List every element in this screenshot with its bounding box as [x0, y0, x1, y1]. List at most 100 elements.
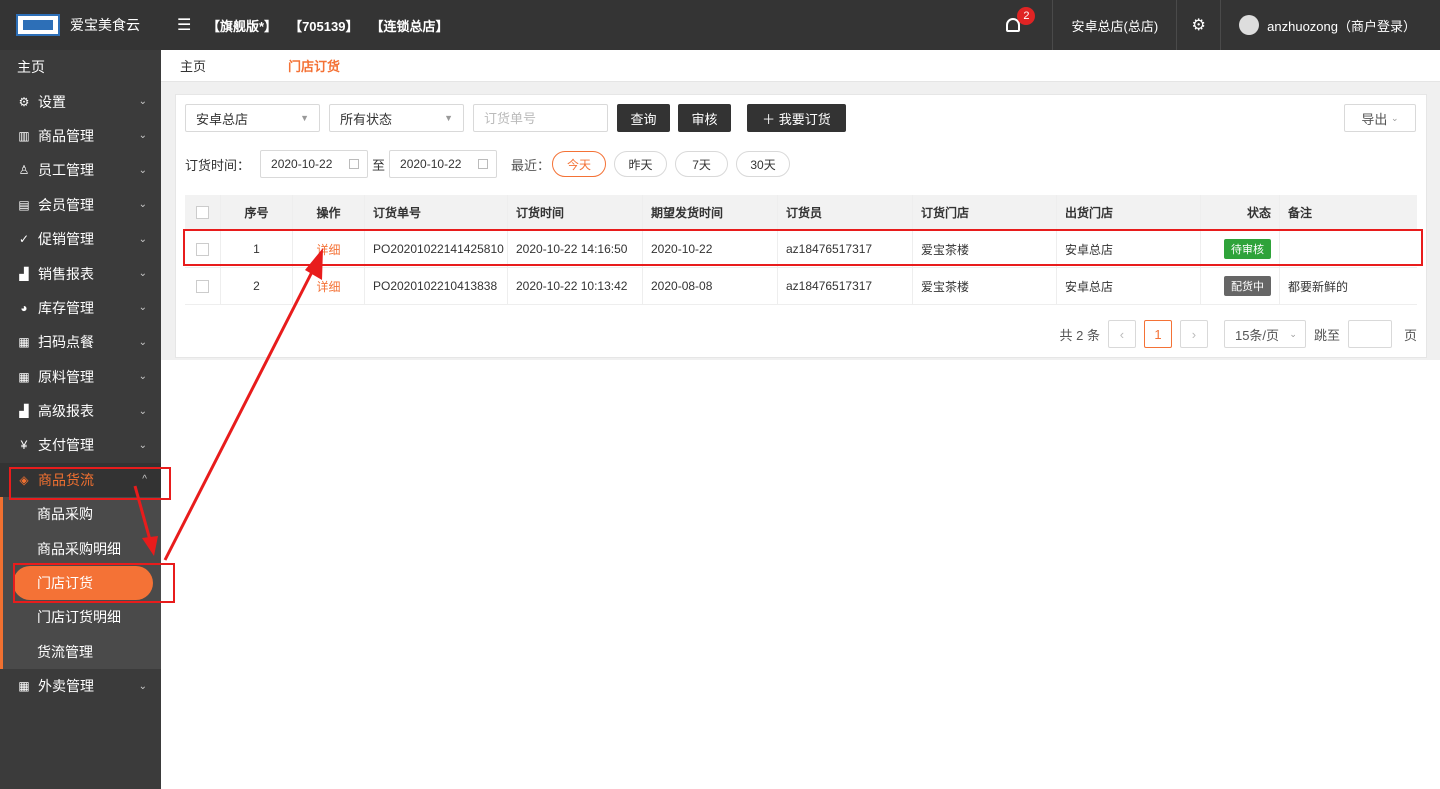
chevron-down-icon: ⌄: [1391, 112, 1399, 123]
account-id-tag: 【705139】: [289, 18, 359, 34]
sidebar-item-settings[interactable]: ⚙ 设置 ⌄: [0, 84, 161, 118]
check-circle-icon: ✓: [18, 232, 30, 247]
page-1-button[interactable]: 1: [1143, 320, 1172, 348]
sidebar-item-label: 库存管理: [38, 299, 94, 316]
table-row[interactable]: 1 详细 PO20201022141425810 2020-10-22 14:1…: [185, 231, 1417, 268]
user-icon: ♙: [18, 163, 30, 178]
goods-flow-submenu: 商品采购 商品采购明细 门店订货 门店订货明细 货流管理: [0, 497, 161, 670]
row-status-cell: 配货中: [1201, 268, 1280, 304]
query-button[interactable]: 查询: [617, 104, 670, 132]
status-select-value: 所有状态: [340, 111, 393, 127]
my-order-label: 我要订货: [778, 111, 831, 127]
quick-7days[interactable]: 7天: [675, 151, 729, 177]
row-select-cell: [185, 268, 221, 304]
row-checkbox[interactable]: [196, 279, 209, 293]
status-badge: 待审核: [1224, 239, 1271, 259]
sidebar-item-staff[interactable]: ♙ 员工管理 ⌄: [0, 153, 161, 187]
detail-link[interactable]: 详细: [316, 241, 340, 258]
detail-link[interactable]: 详细: [316, 278, 340, 295]
sidebar-item-takeout[interactable]: ▦ 外卖管理 ⌄: [0, 669, 161, 703]
member-card-icon: ▤: [18, 197, 30, 212]
review-button[interactable]: 审核: [678, 104, 731, 132]
chevron-right-icon: ›: [1191, 326, 1197, 342]
export-button[interactable]: 导出 ⌄: [1344, 104, 1416, 132]
page-size-value: 15条/页: [1234, 327, 1280, 343]
total-count: 共 2 条: [1059, 327, 1100, 343]
header-action: 操作: [293, 195, 365, 230]
sidebar-item-promotions[interactable]: ✓ 促销管理 ⌄: [0, 222, 161, 256]
user-menu[interactable]: anzhuozong（商户登录）: [1221, 0, 1440, 50]
sidebar-subitem-store-order[interactable]: 门店订货: [13, 565, 153, 601]
sidebar-item-label: 会员管理: [38, 196, 94, 213]
table-row[interactable]: 2 详细 PO2020102210413838 2020-10-22 10:13…: [185, 268, 1417, 305]
header-to-store: 订货门店: [913, 195, 1057, 230]
row-order-no: PO2020102210413838: [365, 268, 508, 304]
chevron-down-icon: ⌄: [138, 405, 147, 417]
sidebar-item-goods-flow[interactable]: ◈ 商品货流 ^: [0, 462, 161, 498]
quick-30days[interactable]: 30天: [736, 151, 791, 177]
current-store[interactable]: 安卓总店(总店): [1052, 0, 1178, 50]
chevron-down-icon: ⌄: [138, 371, 147, 383]
breadcrumb-current[interactable]: 门店订货: [288, 56, 340, 75]
yen-icon: ¥: [20, 438, 28, 453]
sidebar-item-products[interactable]: ▥ 商品管理 ⌄: [0, 119, 161, 153]
row-from-store: 安卓总店: [1057, 231, 1201, 267]
sidebar-item-payment[interactable]: ¥ 支付管理 ⌄: [0, 428, 161, 462]
row-order-time: 2020-10-22 14:16:50: [508, 231, 643, 267]
header-status: 状态: [1201, 195, 1280, 230]
store-icon: ▦: [18, 335, 30, 350]
sidebar-subitem-purchase-detail[interactable]: 商品采购明细: [3, 531, 161, 565]
date-to-value: 2020-10-22: [400, 157, 462, 171]
brand-logo: [16, 14, 60, 36]
status-select[interactable]: 所有状态 ▼: [329, 104, 464, 132]
header-expected-time: 期望发货时间: [643, 195, 778, 230]
store-type-tag: 【连锁总店】: [370, 18, 449, 34]
row-select-cell: [185, 231, 221, 267]
sidebar-item-advanced-report[interactable]: ▟ 高级报表 ⌄: [0, 394, 161, 428]
sidebar-subitem-purchase[interactable]: 商品采购: [3, 497, 161, 531]
chevron-down-icon: ⌄: [138, 233, 147, 245]
settings-gear-icon[interactable]: ⚙: [1177, 0, 1222, 50]
date-from-field[interactable]: 2020-10-22: [260, 150, 369, 178]
chevron-down-icon: ⌄: [138, 680, 147, 692]
row-checkbox[interactable]: [196, 242, 209, 256]
header-note: 备注: [1288, 206, 1313, 220]
chevron-down-icon: ▼: [300, 113, 309, 123]
chevron-down-icon: ⌄: [138, 130, 147, 142]
prev-page-button[interactable]: ‹: [1107, 320, 1136, 348]
sidebar-item-inventory[interactable]: ◕ 库存管理 ⌄: [0, 291, 161, 325]
sidebar-item-scan-order[interactable]: ▦ 扫码点餐 ⌄: [0, 325, 161, 359]
date-from-value: 2020-10-22: [271, 157, 333, 171]
sidebar-subitem-flow-management[interactable]: 货流管理: [3, 635, 161, 669]
chevron-down-icon: ⌄: [1289, 328, 1297, 339]
chevron-down-icon: ▼: [444, 113, 453, 123]
sidebar-subitem-store-order-detail[interactable]: 门店订货明细: [3, 600, 161, 634]
page-size-select[interactable]: 15条/页 ⌄: [1223, 320, 1306, 348]
row-to-store: 爱宝茶楼: [913, 231, 1057, 267]
sidebar-item-materials[interactable]: ▦ 原料管理 ⌄: [0, 360, 161, 394]
notification-badge: 2: [1017, 7, 1036, 25]
sidebar-item-sales-report[interactable]: ▟ 销售报表 ⌄: [0, 256, 161, 290]
select-all-cell: [185, 195, 221, 230]
order-number-input[interactable]: [473, 104, 608, 132]
content-panel: 安卓总店 ▼ 所有状态 ▼ 查询 审核 ＋ 我要订货 导出 ⌄ 订货时间： 2020…: [175, 94, 1427, 358]
quick-today[interactable]: 今天: [552, 151, 607, 177]
date-to-field[interactable]: 2020-10-22: [389, 150, 498, 178]
store-select[interactable]: 安卓总店 ▼: [185, 104, 320, 132]
row-note: 都要新鲜的: [1288, 279, 1349, 294]
notification-button[interactable]: 2: [988, 0, 1038, 50]
export-label: 导出: [1361, 111, 1388, 127]
select-all-checkbox[interactable]: [196, 206, 209, 219]
brand[interactable]: 爱宝美食云: [0, 0, 161, 50]
menu-toggle-icon[interactable]: ☰: [177, 15, 197, 35]
my-order-button[interactable]: ＋ 我要订货: [747, 104, 846, 132]
pagination: 共 2 条 ‹ 1 › 15条/页 ⌄ 跳至 页: [1059, 320, 1417, 348]
breadcrumb-home[interactable]: 主页: [180, 56, 206, 75]
row-note: [1280, 231, 1417, 267]
quick-yesterday[interactable]: 昨天: [614, 151, 668, 177]
sidebar-item-home[interactable]: 主页: [0, 50, 161, 84]
jump-page-input[interactable]: [1347, 320, 1392, 348]
order-time-label: 订货时间：: [185, 157, 251, 173]
sidebar-item-members[interactable]: ▤ 会员管理 ⌄: [0, 188, 161, 222]
next-page-button[interactable]: ›: [1179, 320, 1208, 348]
